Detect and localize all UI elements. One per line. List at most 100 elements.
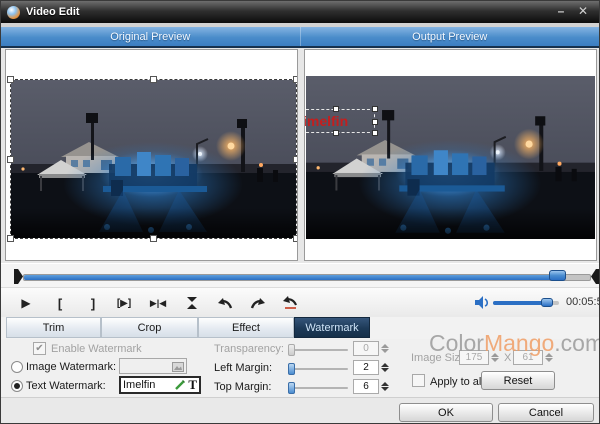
browse-image-icon[interactable] bbox=[172, 362, 184, 372]
volume-handle[interactable] bbox=[541, 298, 553, 307]
text-watermark-input[interactable]: Imelfin T bbox=[119, 376, 201, 394]
seek-progress bbox=[24, 275, 561, 280]
volume-track[interactable] bbox=[493, 301, 559, 305]
preview-header: Original Preview Output Preview bbox=[1, 27, 599, 48]
restore-icon bbox=[282, 296, 298, 310]
tab-crop[interactable]: Crop bbox=[101, 317, 198, 338]
wm-handle-n[interactable] bbox=[333, 106, 339, 112]
crop-handle-e[interactable] bbox=[293, 156, 298, 163]
crop-handle-se[interactable] bbox=[293, 235, 298, 242]
brand-color: Color bbox=[429, 330, 484, 356]
font-color-pen-icon[interactable] bbox=[174, 379, 186, 391]
output-preview-pane: imelfin bbox=[304, 49, 597, 261]
wm-handle-s[interactable] bbox=[333, 130, 339, 136]
play-segment-icon: [▶] bbox=[117, 298, 131, 309]
reset-button[interactable]: Reset bbox=[481, 371, 555, 390]
transparency-slider[interactable] bbox=[288, 349, 348, 351]
trim-end-marker[interactable] bbox=[591, 269, 600, 284]
text-watermark-label: Text Watermark: bbox=[26, 380, 106, 392]
wm-handle-e[interactable] bbox=[372, 119, 378, 125]
original-preview-label: Original Preview bbox=[1, 27, 300, 46]
rotate-right-button[interactable] bbox=[245, 292, 271, 314]
volume-level bbox=[493, 301, 547, 305]
tab-trim[interactable]: Trim bbox=[6, 317, 101, 338]
rotate-left-icon bbox=[217, 297, 233, 310]
crop-handle-w[interactable] bbox=[7, 156, 14, 163]
cancel-button[interactable]: Cancel bbox=[498, 403, 594, 422]
rotate-right-icon bbox=[250, 297, 266, 310]
play-icon: ▶ bbox=[21, 296, 30, 310]
close-button[interactable]: ✕ bbox=[575, 4, 591, 18]
text-watermark-value[interactable]: Imelfin bbox=[123, 379, 172, 391]
transparency-spinner[interactable] bbox=[379, 341, 391, 356]
output-video-frame: imelfin bbox=[306, 76, 595, 239]
window-title: Video Edit bbox=[26, 6, 80, 18]
image-watermark-input[interactable] bbox=[119, 358, 187, 374]
frame-step-icon: ▶|◀ bbox=[150, 298, 166, 309]
video-edit-window: Video Edit – ✕ Original Preview Output P… bbox=[0, 0, 600, 424]
transparency-handle[interactable] bbox=[288, 344, 295, 356]
trim-end-icon: ] bbox=[91, 296, 95, 311]
tab-watermark[interactable]: Watermark bbox=[294, 317, 370, 338]
trim-start-icon: [ bbox=[58, 296, 62, 311]
app-icon bbox=[7, 6, 20, 19]
transparency-label: Transparency: bbox=[214, 343, 284, 355]
image-watermark-label: Image Watermark: bbox=[26, 361, 116, 373]
time-readout: 00:05:51 / 00:06:05 bbox=[566, 296, 600, 308]
wm-handle-se[interactable] bbox=[372, 130, 378, 136]
left-margin-slider[interactable] bbox=[288, 368, 348, 370]
set-trim-start-button[interactable]: [ bbox=[47, 292, 73, 314]
restore-button[interactable] bbox=[277, 292, 303, 314]
ok-button[interactable]: OK bbox=[399, 403, 493, 422]
watermark-selection[interactable]: imelfin bbox=[304, 109, 375, 133]
wm-handle-ne[interactable] bbox=[372, 106, 378, 112]
trim-start-marker[interactable] bbox=[14, 269, 23, 284]
frame-step-button[interactable]: ▶|◀ bbox=[145, 292, 171, 314]
left-margin-handle[interactable] bbox=[288, 363, 295, 375]
apply-to-all-checkbox[interactable] bbox=[412, 374, 425, 387]
top-margin-spinner[interactable] bbox=[379, 379, 391, 394]
play-segment-button[interactable]: [▶] bbox=[111, 292, 137, 314]
transparency-value[interactable]: 0 bbox=[353, 341, 379, 356]
flip-vertical-icon bbox=[185, 296, 199, 310]
crop-handle-s[interactable] bbox=[150, 235, 157, 242]
volume-icon[interactable] bbox=[475, 296, 490, 310]
left-margin-value[interactable]: 2 bbox=[353, 360, 379, 375]
top-margin-slider[interactable] bbox=[288, 387, 348, 389]
transport-bar: ▶ [ ] [▶] ▶|◀ bbox=[1, 287, 599, 318]
crop-handle-nw[interactable] bbox=[7, 76, 14, 83]
output-video-image bbox=[306, 76, 595, 239]
apply-to-all-label: Apply to all bbox=[430, 376, 484, 388]
play-button[interactable]: ▶ bbox=[13, 292, 39, 314]
timeline bbox=[1, 263, 599, 288]
set-trim-end-button[interactable]: ] bbox=[80, 292, 106, 314]
preview-region: imelfin bbox=[1, 48, 599, 263]
minimize-button[interactable]: – bbox=[553, 4, 569, 18]
top-margin-label: Top Margin: bbox=[214, 381, 271, 393]
brand-mango: Mango bbox=[484, 330, 554, 356]
font-settings-icon[interactable]: T bbox=[188, 377, 197, 393]
crop-handle-n[interactable] bbox=[150, 76, 157, 83]
tab-effect[interactable]: Effect bbox=[198, 317, 294, 338]
title-bar: Video Edit – ✕ bbox=[1, 1, 599, 23]
rotate-left-button[interactable] bbox=[212, 292, 238, 314]
left-margin-label: Left Margin: bbox=[214, 362, 272, 374]
output-preview-label: Output Preview bbox=[300, 27, 600, 46]
enable-watermark-checkbox[interactable]: ✔ bbox=[33, 342, 46, 355]
original-preview-pane bbox=[5, 49, 298, 261]
top-margin-value[interactable]: 6 bbox=[353, 379, 379, 394]
crop-selection[interactable] bbox=[10, 79, 297, 239]
crop-handle-ne[interactable] bbox=[293, 76, 298, 83]
footer-bar: OK Cancel bbox=[1, 397, 599, 424]
crop-handle-sw[interactable] bbox=[7, 235, 14, 242]
seek-handle[interactable] bbox=[549, 270, 566, 281]
watermark-text-overlay: imelfin bbox=[304, 113, 348, 129]
left-margin-spinner[interactable] bbox=[379, 360, 391, 375]
text-watermark-radio[interactable] bbox=[11, 380, 23, 392]
top-margin-handle[interactable] bbox=[288, 382, 295, 394]
flip-vertical-button[interactable] bbox=[179, 292, 205, 314]
image-watermark-radio[interactable] bbox=[11, 361, 23, 373]
enable-watermark-label: Enable Watermark bbox=[51, 343, 142, 355]
colormango-watermark: ColorMango.com bbox=[429, 330, 600, 357]
seek-track[interactable] bbox=[23, 274, 591, 281]
